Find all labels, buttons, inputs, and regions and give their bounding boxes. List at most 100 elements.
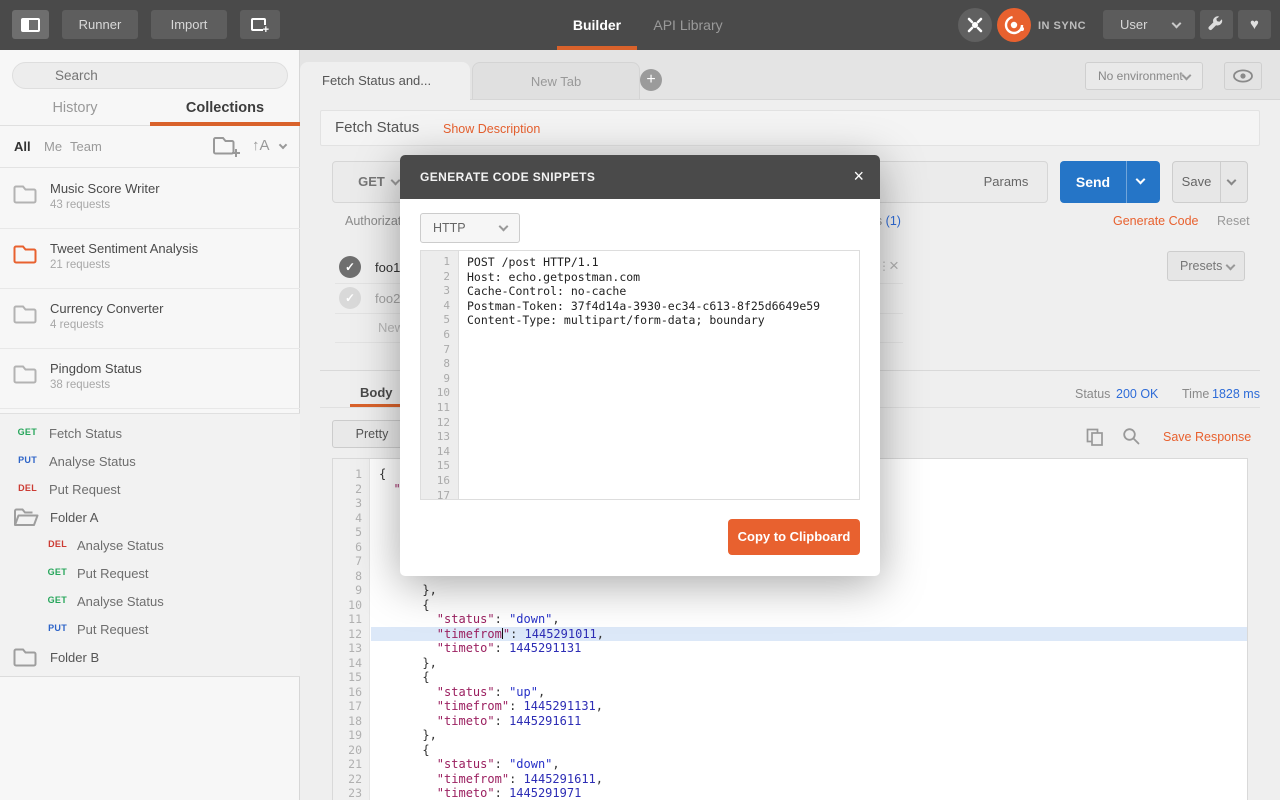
presets-select[interactable]: Presets xyxy=(1167,251,1245,281)
request-item[interactable]: PUTPut Request xyxy=(0,615,300,643)
tab-api-library[interactable]: API Library xyxy=(650,0,726,50)
request-item[interactable]: GETFetch Status xyxy=(0,419,300,447)
send-button-group[interactable]: Send xyxy=(1060,161,1160,203)
tab-response-body[interactable]: Body xyxy=(360,385,393,400)
collection-item[interactable]: Currency Converter4 requests xyxy=(0,289,300,349)
sync-orbit-icon xyxy=(997,8,1031,42)
request-name: Analyse Status xyxy=(77,538,164,553)
add-tab-button[interactable]: + xyxy=(640,69,662,91)
folder-icon xyxy=(13,648,37,667)
save-response-link[interactable]: Save Response xyxy=(1163,430,1251,444)
builder-tab-underline xyxy=(557,46,637,50)
send-options-chevron-icon[interactable] xyxy=(1136,175,1146,185)
request-item[interactable]: GETPut Request xyxy=(0,559,300,587)
row-checkbox-foo2[interactable]: ✓ xyxy=(339,287,361,309)
favorites-button[interactable]: ♥ xyxy=(1238,10,1271,39)
collection-item[interactable]: Tweet Sentiment Analysis21 requests xyxy=(0,229,300,289)
sidebar-toggle-button[interactable] xyxy=(12,10,49,39)
split-pane-icon xyxy=(21,18,40,32)
request-item[interactable]: DELPut Request xyxy=(0,475,300,503)
row-checkbox-foo1[interactable]: ✓ xyxy=(339,256,361,278)
line-number: 5 xyxy=(424,313,450,326)
tab-history[interactable]: History xyxy=(0,100,150,126)
copy-icon[interactable] xyxy=(1086,428,1104,446)
import-button[interactable]: Import xyxy=(151,10,227,39)
top-header: Runner Import + Builder API Library I xyxy=(0,0,1280,50)
send-button[interactable]: Send xyxy=(1060,161,1126,203)
runner-button[interactable]: Runner xyxy=(62,10,138,39)
line-number: 18 xyxy=(336,714,362,728)
code-line: { xyxy=(371,670,1247,685)
close-icon[interactable]: × xyxy=(853,166,864,187)
line-number: 11 xyxy=(424,401,450,414)
line-number: 15 xyxy=(424,459,450,472)
collection-name: Tweet Sentiment Analysis xyxy=(50,241,198,256)
status-value: 200 OK xyxy=(1116,387,1158,401)
language-select[interactable]: HTTP xyxy=(420,213,520,243)
code-line: "status": "up", xyxy=(371,685,1247,700)
modal-title: GENERATE CODE SNIPPETS xyxy=(420,170,595,184)
user-menu[interactable]: User xyxy=(1103,10,1195,39)
code-line: "timefrom": 1445291611, xyxy=(371,772,1247,787)
collection-item[interactable]: Pingdom Status38 requests xyxy=(0,349,300,409)
search-input[interactable] xyxy=(12,62,288,89)
settings-button[interactable] xyxy=(1200,10,1233,39)
code-line: "timefrom": 1445291011, xyxy=(371,627,1247,642)
folder-item[interactable]: Folder B xyxy=(0,643,300,671)
save-divider xyxy=(1220,162,1221,202)
show-description-link[interactable]: Show Description xyxy=(443,122,540,136)
tab-builder[interactable]: Builder xyxy=(557,0,637,50)
collection-item[interactable]: Music Score Writer43 requests xyxy=(0,169,300,229)
body-tab-underline xyxy=(350,404,406,407)
collection-request-count: 38 requests xyxy=(50,379,110,391)
search-response-icon[interactable] xyxy=(1122,427,1140,445)
request-item[interactable]: PUTAnalyse Status xyxy=(0,447,300,475)
request-tab-new[interactable]: New Tab xyxy=(472,62,640,100)
folder-icon xyxy=(13,365,37,384)
status-label: Status xyxy=(1075,387,1110,401)
params-button[interactable]: Params xyxy=(973,162,1039,202)
filter-all[interactable]: All xyxy=(14,139,31,154)
line-number: 12 xyxy=(424,416,450,429)
filter-me[interactable]: Me xyxy=(44,139,62,154)
generate-code-link[interactable]: Generate Code xyxy=(1113,214,1198,228)
line-number: 8 xyxy=(424,357,450,370)
satellite-icon xyxy=(958,8,992,42)
method-select-label: GET xyxy=(358,174,385,189)
environment-select[interactable]: No environment xyxy=(1085,62,1203,90)
request-tab-active[interactable]: Fetch Status and... xyxy=(300,62,470,100)
save-button-group[interactable]: Save xyxy=(1172,161,1248,203)
snippet-code-line: POST /post HTTP/1.1 xyxy=(467,255,847,270)
request-item[interactable]: DELAnalyse Status xyxy=(0,531,300,559)
copy-to-clipboard-button[interactable]: Copy to Clipboard xyxy=(728,519,860,555)
sync-button[interactable] xyxy=(997,8,1031,42)
app-window: Runner Import + Builder API Library I xyxy=(0,0,1280,800)
sort-icon[interactable]: ↑A xyxy=(252,137,270,154)
new-window-button[interactable]: + xyxy=(240,10,280,39)
sort-chevron-icon[interactable] xyxy=(279,141,287,149)
save-button[interactable]: Save xyxy=(1173,162,1220,202)
collection-name: Music Score Writer xyxy=(50,181,160,196)
sidebar: History Collections All Me Team ↑A Music… xyxy=(0,50,300,800)
code-snippet-box[interactable]: 1234567891011121314151617 POST /post HTT… xyxy=(420,250,860,500)
environment-preview-button[interactable] xyxy=(1224,62,1262,90)
add-folder-icon[interactable] xyxy=(212,136,240,158)
form-key-foo1[interactable]: foo1 xyxy=(375,260,400,275)
folder-item[interactable]: Folder A xyxy=(0,503,300,531)
eye-icon xyxy=(1225,63,1261,89)
save-options-chevron-icon[interactable] xyxy=(1227,176,1237,186)
request-item[interactable]: GETAnalyse Status xyxy=(0,587,300,615)
line-number: 6 xyxy=(424,328,450,341)
reset-link[interactable]: Reset xyxy=(1217,214,1250,228)
filter-team[interactable]: Team xyxy=(70,139,102,154)
code-line: }, xyxy=(371,656,1247,671)
interceptor-button[interactable] xyxy=(958,8,992,42)
method-badge: DEL xyxy=(2,483,37,493)
delete-row-icon[interactable]: × xyxy=(889,256,899,276)
line-number: 4 xyxy=(336,511,362,525)
form-key-foo2[interactable]: foo2 xyxy=(375,291,400,306)
user-menu-label: User xyxy=(1120,17,1147,32)
request-name: Put Request xyxy=(77,622,149,637)
line-number: 14 xyxy=(336,656,362,670)
language-select-label: HTTP xyxy=(433,221,466,235)
